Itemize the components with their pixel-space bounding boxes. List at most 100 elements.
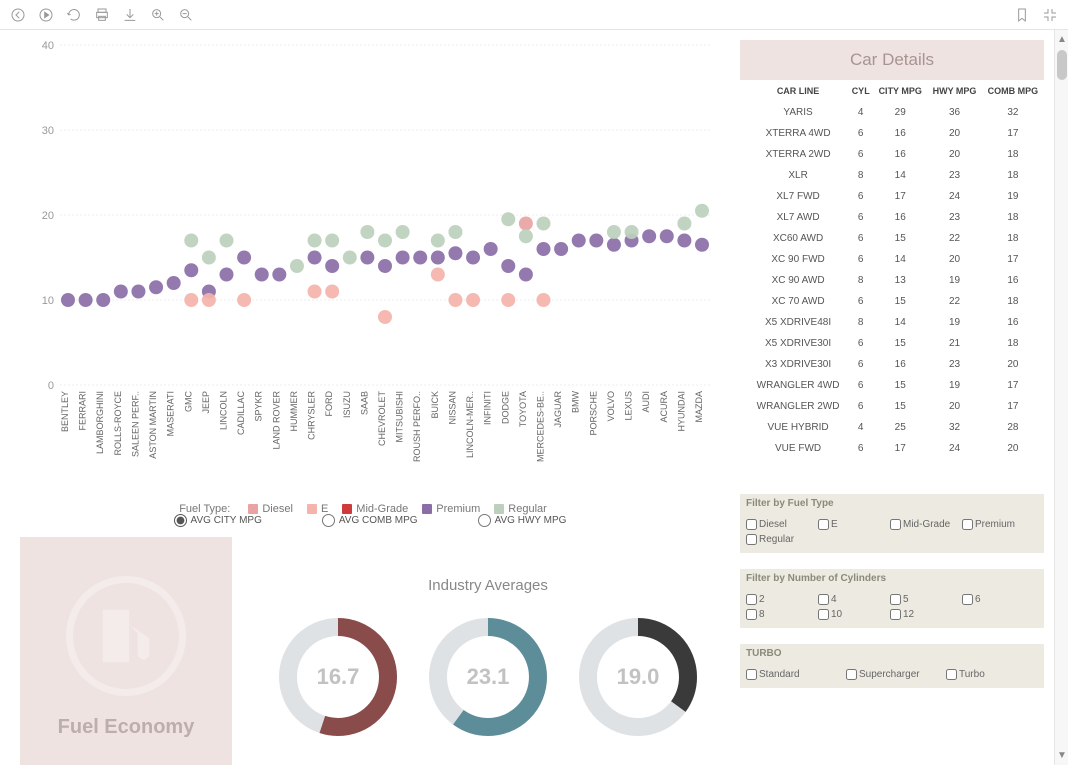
svg-text:ROUSH PERFO..: ROUSH PERFO.. bbox=[412, 391, 422, 462]
svg-text:FORD: FORD bbox=[324, 391, 334, 417]
cyl-filter-checkbox[interactable]: 2 bbox=[742, 592, 814, 607]
print-icon[interactable] bbox=[94, 7, 110, 23]
chart-legend: Fuel Type: DieselEMid-GradePremiumRegula… bbox=[20, 503, 720, 515]
table-row[interactable]: XL7 AWD6162318 bbox=[740, 207, 1044, 228]
metric-radio[interactable]: AVG COMB MPG bbox=[322, 514, 418, 527]
table-header: CITY MPG bbox=[873, 80, 927, 102]
svg-text:CHRYSLER: CHRYSLER bbox=[307, 391, 317, 440]
table-row[interactable]: XTERRA 2WD6162018 bbox=[740, 144, 1044, 165]
filter-fuel-title: Filter by Fuel Type bbox=[740, 494, 1044, 513]
car-details-table: CAR LINECYLCITY MPGHWY MPGCOMB MPG YARIS… bbox=[740, 80, 1044, 459]
table-row[interactable]: XC 90 FWD6142017 bbox=[740, 249, 1044, 270]
scrollbar[interactable]: ▲ ▼ bbox=[1054, 30, 1068, 765]
svg-text:TOYOTA: TOYOTA bbox=[518, 391, 528, 427]
back-icon[interactable] bbox=[10, 7, 26, 23]
legend-item: Diesel bbox=[248, 503, 293, 515]
fuel-filter-checkbox[interactable]: E bbox=[814, 517, 886, 532]
table-row[interactable]: XLR8142318 bbox=[740, 165, 1044, 186]
cyl-filter-checkbox[interactable]: 5 bbox=[886, 592, 958, 607]
table-row[interactable]: WRANGLER 2WD6152017 bbox=[740, 396, 1044, 417]
svg-text:VOLVO: VOLVO bbox=[606, 391, 616, 421]
metric-radio[interactable]: AVG HWY MPG bbox=[478, 514, 567, 527]
svg-text:HUMMER: HUMMER bbox=[289, 391, 299, 432]
svg-text:MITSUBISHI: MITSUBISHI bbox=[395, 391, 405, 443]
svg-text:LAMBORGHINI: LAMBORGHINI bbox=[95, 391, 105, 454]
scatter-chart: 010203040BENTLEYFERRARILAMBORGHINIROLLS-… bbox=[20, 40, 720, 500]
zoom-out-icon[interactable] bbox=[178, 7, 194, 23]
donut-chart: 16.7 bbox=[273, 612, 403, 742]
scroll-down-icon[interactable]: ▼ bbox=[1057, 750, 1067, 761]
svg-text:BUICK: BUICK bbox=[430, 391, 440, 419]
turbo-filter-checkbox[interactable]: Standard bbox=[742, 667, 842, 682]
cyl-filter-checkbox[interactable]: 10 bbox=[814, 607, 886, 622]
svg-text:CHEVROLET: CHEVROLET bbox=[377, 391, 387, 447]
table-row[interactable]: X5 XDRIVE48I8141916 bbox=[740, 312, 1044, 333]
scroll-thumb[interactable] bbox=[1057, 50, 1067, 80]
fuel-filter-checkbox[interactable]: Regular bbox=[742, 532, 814, 547]
table-row[interactable]: XC 90 AWD8131916 bbox=[740, 270, 1044, 291]
svg-text:MAZDA: MAZDA bbox=[694, 391, 704, 423]
svg-text:0: 0 bbox=[48, 380, 54, 392]
refresh-icon[interactable] bbox=[66, 7, 82, 23]
svg-text:GMC: GMC bbox=[183, 391, 193, 412]
svg-text:BMW: BMW bbox=[571, 391, 581, 414]
cyl-filter-checkbox[interactable]: 4 bbox=[814, 592, 886, 607]
table-row[interactable]: X3 XDRIVE30I6162320 bbox=[740, 354, 1044, 375]
industry-averages-title: Industry Averages bbox=[256, 577, 720, 594]
svg-text:NISSAN: NISSAN bbox=[447, 391, 457, 425]
svg-text:BENTLEY: BENTLEY bbox=[60, 391, 70, 432]
svg-text:LINCOLN: LINCOLN bbox=[219, 391, 229, 430]
collapse-icon[interactable] bbox=[1042, 7, 1058, 23]
svg-text:DODGE: DODGE bbox=[500, 391, 510, 424]
download-icon[interactable] bbox=[122, 7, 138, 23]
table-row[interactable]: VUE HYBRID4253228 bbox=[740, 417, 1044, 438]
svg-text:ISUZU: ISUZU bbox=[342, 391, 352, 418]
zoom-in-icon[interactable] bbox=[150, 7, 166, 23]
industry-averages-panel: Industry Averages 16.7 23.1 19.0 bbox=[256, 537, 720, 742]
svg-text:MASERATI: MASERATI bbox=[166, 391, 176, 436]
play-icon[interactable] bbox=[38, 7, 54, 23]
cyl-filter-checkbox[interactable]: 8 bbox=[742, 607, 814, 622]
svg-text:10: 10 bbox=[42, 295, 54, 307]
svg-text:LAND ROVER: LAND ROVER bbox=[271, 391, 281, 450]
legend-item: Regular bbox=[494, 503, 547, 515]
filter-cyl-title: Filter by Number of Cylinders bbox=[740, 569, 1044, 588]
table-row[interactable]: VUE FWD6172420 bbox=[740, 438, 1044, 459]
left-panel: 010203040BENTLEYFERRARILAMBORGHINIROLLS-… bbox=[0, 30, 730, 765]
svg-text:FERRARI: FERRARI bbox=[78, 391, 88, 431]
svg-text:40: 40 bbox=[42, 40, 54, 52]
svg-text:SPYKR: SPYKR bbox=[254, 391, 264, 422]
table-row[interactable]: XC60 AWD6152218 bbox=[740, 228, 1044, 249]
cyl-filter-checkbox[interactable]: 6 bbox=[958, 592, 1030, 607]
table-row[interactable]: XL7 FWD6172419 bbox=[740, 186, 1044, 207]
svg-text:30: 30 bbox=[42, 125, 54, 137]
fuel-economy-title: Fuel Economy bbox=[58, 716, 195, 739]
svg-text:SALEEN PERF..: SALEEN PERF.. bbox=[130, 391, 140, 457]
svg-text:AUDI: AUDI bbox=[641, 391, 651, 413]
legend-title: Fuel Type: bbox=[179, 503, 230, 515]
top-toolbar bbox=[0, 0, 1068, 30]
fuel-filter-checkbox[interactable]: Mid-Grade bbox=[886, 517, 958, 532]
turbo-filter-checkbox[interactable]: Supercharger bbox=[842, 667, 942, 682]
fuel-filter-checkbox[interactable]: Diesel bbox=[742, 517, 814, 532]
svg-text:MERCEDES-BE..: MERCEDES-BE.. bbox=[536, 391, 546, 462]
legend-item: Mid-Grade bbox=[342, 503, 408, 515]
pump-icon bbox=[66, 576, 186, 696]
scroll-up-icon[interactable]: ▲ bbox=[1057, 34, 1067, 45]
turbo-filter-checkbox[interactable]: Turbo bbox=[942, 667, 1042, 682]
table-row[interactable]: YARIS4293632 bbox=[740, 102, 1044, 123]
filter-fuel-card: Filter by Fuel Type Diesel E Mid-Grade P… bbox=[740, 494, 1044, 553]
right-panel: Car Details CAR LINECYLCITY MPGHWY MPGCO… bbox=[730, 30, 1054, 765]
bookmark-icon[interactable] bbox=[1014, 7, 1030, 23]
table-row[interactable]: XC 70 AWD6152218 bbox=[740, 291, 1044, 312]
table-header: COMB MPG bbox=[982, 80, 1044, 102]
fuel-filter-checkbox[interactable]: Premium bbox=[958, 517, 1030, 532]
filter-turbo-title: TURBO bbox=[740, 644, 1044, 663]
table-row[interactable]: X5 XDRIVE30I6152118 bbox=[740, 333, 1044, 354]
metric-radio[interactable]: AVG CITY MPG bbox=[174, 514, 262, 527]
table-row[interactable]: WRANGLER 4WD6151917 bbox=[740, 375, 1044, 396]
table-row[interactable]: XTERRA 4WD6162017 bbox=[740, 123, 1044, 144]
table-header: CYL bbox=[848, 80, 873, 102]
car-details-panel: Car Details CAR LINECYLCITY MPGHWY MPGCO… bbox=[740, 40, 1044, 480]
cyl-filter-checkbox[interactable]: 12 bbox=[886, 607, 958, 622]
